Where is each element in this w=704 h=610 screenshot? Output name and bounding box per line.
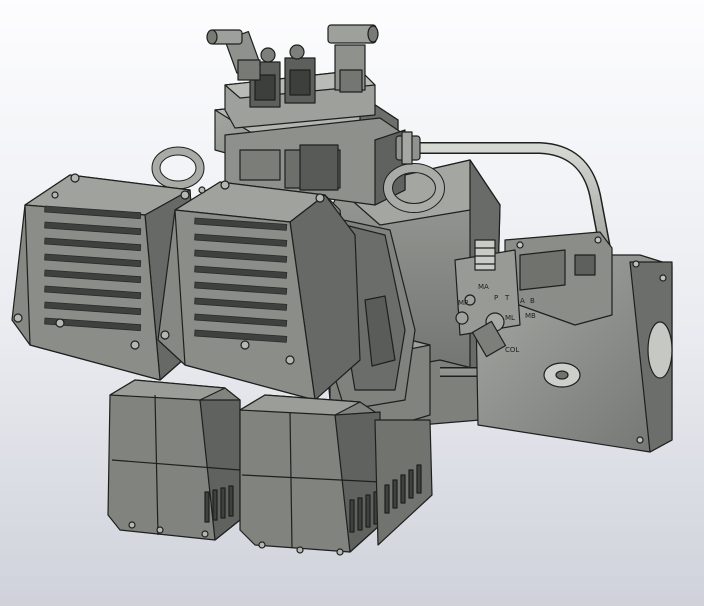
lifting-eye-left: [151, 146, 205, 190]
port-label-col: COL: [505, 346, 519, 354]
port-label-mp: MP: [458, 299, 468, 307]
port-label-ml: ML: [505, 314, 515, 322]
hydraulic-valve-assembly-model[interactable]: A B P T MA MB MP ML COL: [0, 0, 704, 606]
cad-viewport[interactable]: A B P T MA MB MP ML COL: [0, 0, 704, 606]
port-label-mb: MB: [525, 312, 536, 320]
tube-fitting-upper-left: [395, 131, 421, 165]
filter-element: [474, 239, 496, 271]
lower-right-fin-strip: [374, 419, 433, 546]
side-port-bore: [647, 321, 673, 379]
lower-connector-housing-right: [239, 394, 381, 556]
port-label-t: T: [504, 294, 510, 302]
port-label-b: B: [530, 297, 535, 305]
port-label-a: A: [520, 297, 525, 305]
port-label-p: P: [494, 294, 498, 302]
top-fitting-left: [206, 29, 261, 81]
port-label-ma: MA: [478, 283, 489, 291]
right-solenoid-coil: [157, 180, 361, 401]
lower-connector-housing-left: [107, 379, 241, 541]
sensor-connector-face: [299, 144, 339, 191]
